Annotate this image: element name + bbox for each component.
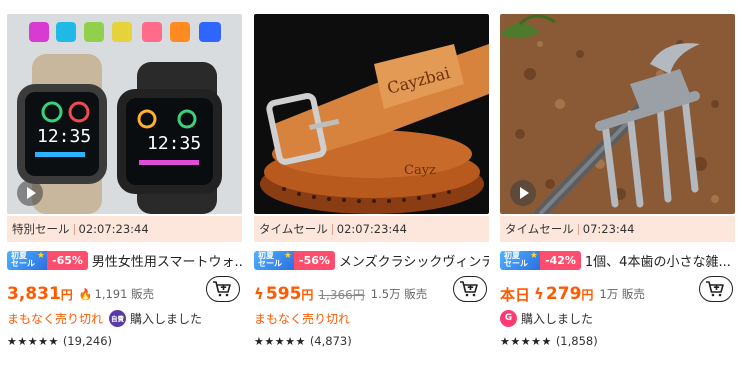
rating: ★★★★★ (1,858) xyxy=(500,332,598,350)
sale-label: タイムセール xyxy=(259,222,328,236)
discount-badge: 初夏 セール ★ -42% xyxy=(500,250,581,270)
lightning-icon: ϟ xyxy=(534,285,544,303)
lightning-icon: ϟ xyxy=(254,285,264,303)
product-image[interactable]: 12:35 12:35 xyxy=(7,14,242,214)
urgency-text: まもなく売り切れ xyxy=(254,311,351,326)
review-count: (1,858) xyxy=(555,334,598,348)
divider xyxy=(577,223,579,235)
star-rating-icon: ★★★★★ xyxy=(254,334,306,348)
cart-plus-icon xyxy=(706,281,724,297)
svg-text:12:35: 12:35 xyxy=(147,133,201,154)
sold-count: 1万 販売 xyxy=(599,287,645,301)
add-to-cart-button[interactable] xyxy=(699,276,733,302)
countdown-timer: 07:23:44 xyxy=(582,222,635,236)
leather-belt-image: Cayzbai Cayz xyxy=(254,14,489,214)
svg-text:Cayz: Cayz xyxy=(404,163,436,178)
discount-percent: -65% xyxy=(47,250,88,270)
discount-badge: 初夏 セール ★ -56% xyxy=(254,250,335,270)
divider xyxy=(331,223,333,235)
review-count: (4,873) xyxy=(309,334,352,348)
product-title[interactable]: 1個、4本歯の小さな雑... xyxy=(585,251,735,270)
promo-tag: 初夏 セール ★ xyxy=(254,250,294,270)
sale-label: タイムセール xyxy=(505,222,574,236)
sale-countdown-bar: 特別セール 02:07:23:44 xyxy=(7,216,242,242)
buyer-avatar: G xyxy=(500,309,517,327)
product-title[interactable]: メンズクラシックヴィンテー... xyxy=(339,251,489,270)
cart-plus-icon xyxy=(213,281,231,297)
discount-percent: -42% xyxy=(540,250,581,270)
product-image[interactable] xyxy=(500,14,735,214)
product-card[interactable]: タイムセール 07:23:44 初夏 セール ★ -42% 1個、4本歯の小さな雑.… xyxy=(500,14,735,364)
play-video-icon[interactable] xyxy=(17,180,43,206)
product-title[interactable]: 男性女性用スマートウォ... xyxy=(92,251,242,270)
star-rating-icon: ★★★★★ xyxy=(7,334,59,348)
product-card[interactable]: Cayzbai Cayz タイムセール 02:07:23:44 初夏 セール ★ -… xyxy=(254,14,489,364)
svg-text:12:35: 12:35 xyxy=(37,126,91,147)
promo-tag: 初夏 セール ★ xyxy=(7,250,47,270)
rating: ★★★★★ (4,873) xyxy=(254,332,352,350)
discount-percent: -56% xyxy=(294,250,335,270)
price: 595円 xyxy=(265,284,314,304)
add-to-cart-button[interactable] xyxy=(453,276,487,302)
product-image[interactable]: Cayzbai Cayz xyxy=(254,14,489,214)
sale-countdown-bar: タイムセール 02:07:23:44 xyxy=(254,216,489,242)
original-price: 1,366円 xyxy=(318,287,365,302)
sale-label: 特別セール xyxy=(12,222,70,236)
review-count: (19,246) xyxy=(62,334,113,348)
product-card[interactable]: 12:35 12:35 特別セール 02:07:23:44 初夏 セール ★ -65… xyxy=(7,14,242,364)
flame-icon: 🔥 xyxy=(78,287,93,301)
sold-count: 1.5万 販売 xyxy=(370,287,428,301)
rating: ★★★★★ (19,246) xyxy=(7,332,112,350)
sold-count: 1,191 販売 xyxy=(94,287,155,301)
price: 3,831円 xyxy=(7,284,73,304)
sale-countdown-bar: タイムセール 07:23:44 xyxy=(500,216,735,242)
countdown-timer: 02:07:23:44 xyxy=(78,222,149,236)
urgency-text: まもなく売り切れ xyxy=(7,311,104,326)
smartwatch-image: 12:35 12:35 xyxy=(7,14,242,214)
countdown-timer: 02:07:23:44 xyxy=(336,222,407,236)
price: 279円 xyxy=(545,284,594,304)
promo-tag: 初夏 セール ★ xyxy=(500,250,540,270)
garden-rake-image xyxy=(500,14,735,214)
cart-plus-icon xyxy=(460,281,478,297)
divider xyxy=(73,223,75,235)
recent-purchase-text: 購入しました xyxy=(521,311,594,326)
recent-purchase-text: 購入しました xyxy=(130,311,203,326)
discount-badge: 初夏 セール ★ -65% xyxy=(7,250,88,270)
play-video-icon[interactable] xyxy=(510,180,536,206)
today-label: 本日 xyxy=(500,285,531,304)
star-rating-icon: ★★★★★ xyxy=(500,334,552,348)
buyer-avatar: 自費 xyxy=(109,309,127,327)
add-to-cart-button[interactable] xyxy=(206,276,240,302)
